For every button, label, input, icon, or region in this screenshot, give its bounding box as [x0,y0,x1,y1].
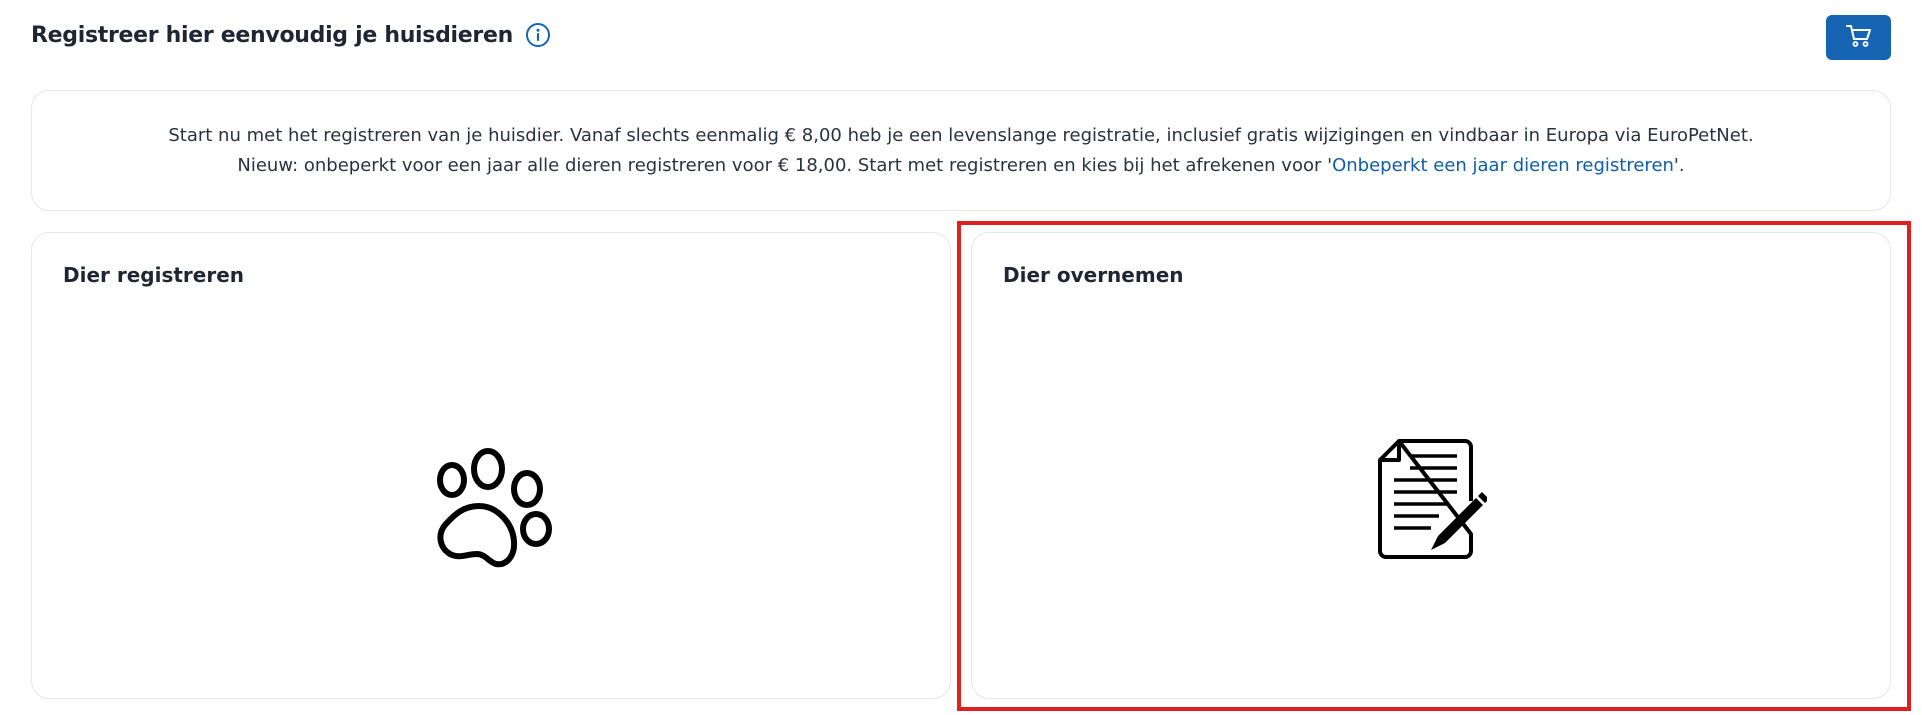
info-text-line1: Start nu met het registreren van je huis… [168,124,1754,146]
cart-button[interactable] [1826,15,1891,60]
info-text-line2-suffix: '. [1673,154,1685,176]
adopt-pet-card[interactable]: Dier overnemen [971,232,1891,699]
page-header: Registreer hier eenvoudig je huisdieren [31,22,551,48]
card-title: Dier registreren [63,263,245,287]
card-title: Dier overnemen [1003,263,1184,287]
document-pencil-icon [1377,438,1489,566]
info-text-line2: Nieuw: onbeperkt voor een jaar alle dier… [237,151,1684,181]
paw-icon [427,443,563,583]
info-icon[interactable] [525,22,551,48]
register-pet-card[interactable]: Dier registreren [31,232,951,699]
unlimited-year-link[interactable]: Onbeperkt een jaar dieren registreren [1332,155,1674,176]
info-banner: Start nu met het registreren van je huis… [31,90,1891,211]
page-title: Registreer hier eenvoudig je huisdieren [31,22,513,48]
info-text-line2-prefix: Nieuw: onbeperkt voor een jaar alle dier… [237,154,1333,176]
shopping-cart-icon [1845,24,1872,51]
